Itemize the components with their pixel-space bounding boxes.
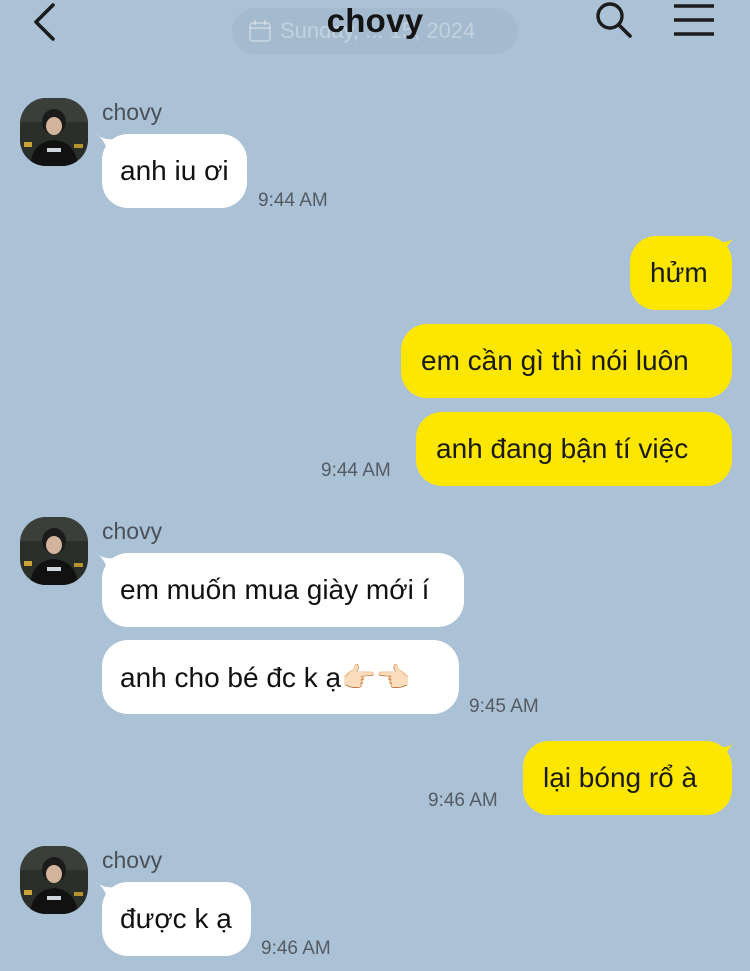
chat-title: chovy xyxy=(326,2,424,39)
message-text: được k ạ xyxy=(120,903,232,934)
message-bubble[interactable]: hửm xyxy=(630,236,732,310)
message-timestamp: 9:44 AM xyxy=(258,190,328,211)
message-text: anh iu ơi xyxy=(120,155,229,186)
message-bubble[interactable]: lại bóng rổ à xyxy=(523,741,732,815)
sender-name: chovy xyxy=(102,99,163,125)
avatar[interactable] xyxy=(20,98,88,166)
avatar[interactable] xyxy=(20,846,88,914)
message-text: anh cho bé đc k ạ👉🏻👈🏻 xyxy=(120,661,411,693)
sender-name: chovy xyxy=(102,518,163,544)
message-bubble[interactable]: được k ạ xyxy=(102,882,251,956)
message-timestamp: 9:44 AM xyxy=(321,460,391,481)
sender-name: chovy xyxy=(102,847,163,873)
avatar[interactable] xyxy=(20,517,88,585)
message-text: hửm xyxy=(650,257,708,288)
message-text: lại bóng rổ à xyxy=(543,762,698,793)
message-timestamp: 9:45 AM xyxy=(469,696,539,717)
message-bubble[interactable]: anh đang bận tí việc xyxy=(416,412,732,486)
message-timestamp: 9:46 AM xyxy=(428,790,498,811)
message-bubble[interactable]: em cần gì thì nói luôn xyxy=(401,324,732,398)
message-bubble[interactable]: em muốn mua giày mới í xyxy=(102,553,464,627)
message-text: em cần gì thì nói luôn xyxy=(421,345,689,376)
message-text: em muốn mua giày mới í xyxy=(120,574,430,605)
message-bubble[interactable]: anh iu ơi xyxy=(102,134,247,208)
message-text: anh đang bận tí việc xyxy=(436,433,689,464)
message-timestamp: 9:46 AM xyxy=(261,938,331,959)
message-bubble[interactable]: anh cho bé đc k ạ👉🏻👈🏻 xyxy=(102,640,459,714)
chat-header: Sunday, ... 15, 2024 chovy xyxy=(0,0,750,60)
